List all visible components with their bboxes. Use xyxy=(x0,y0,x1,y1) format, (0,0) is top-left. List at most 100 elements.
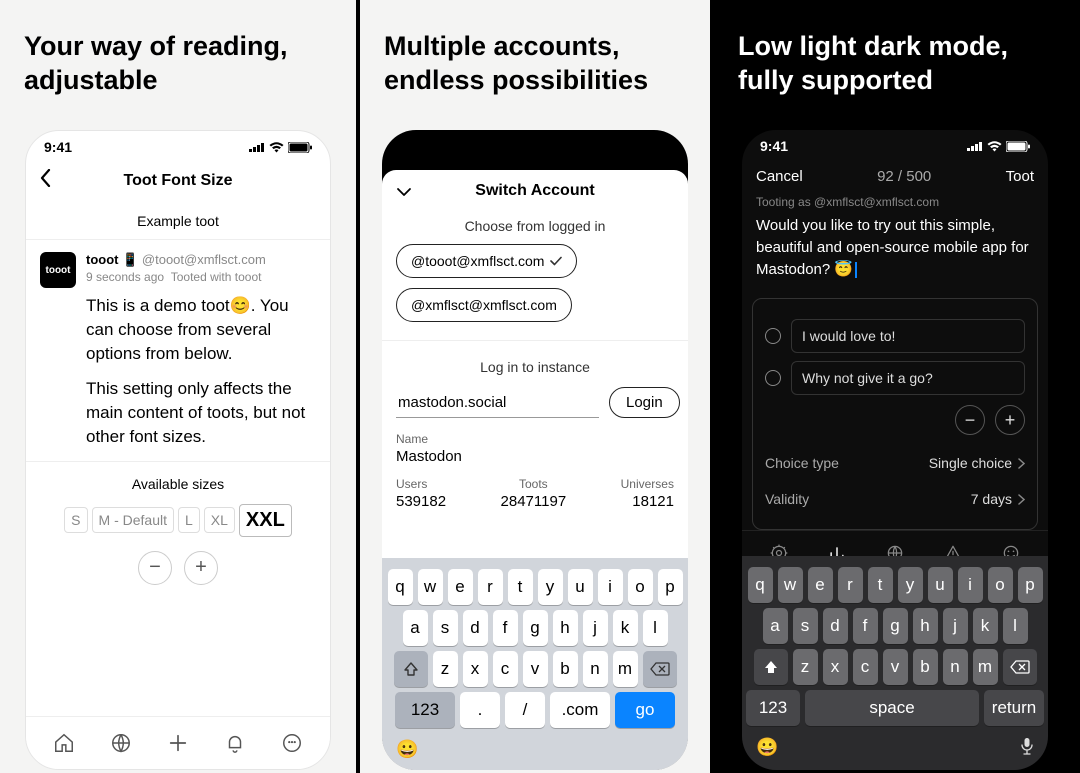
key-j[interactable]: j xyxy=(583,610,608,646)
key-m[interactable]: m xyxy=(973,649,998,685)
key-y[interactable]: y xyxy=(538,569,563,605)
key-v[interactable]: v xyxy=(883,649,908,685)
key-j[interactable]: j xyxy=(943,608,968,644)
size-minus-button[interactable]: − xyxy=(138,551,172,585)
poll-remove-button[interactable]: − xyxy=(955,405,985,435)
slash-key[interactable]: / xyxy=(505,692,545,728)
key-h[interactable]: h xyxy=(553,610,578,646)
tab-compose[interactable] xyxy=(166,731,190,755)
dot-key[interactable]: . xyxy=(460,692,500,728)
toot-button[interactable]: Toot xyxy=(1006,168,1034,185)
poll-pm-row: − + xyxy=(765,405,1025,435)
size-plus-button[interactable]: + xyxy=(184,551,218,585)
key-d[interactable]: d xyxy=(463,610,488,646)
size-m[interactable]: M - Default xyxy=(92,507,174,533)
key-y[interactable]: y xyxy=(898,567,923,603)
key-r[interactable]: r xyxy=(838,567,863,603)
key-n[interactable]: n xyxy=(583,651,608,687)
tab-home[interactable] xyxy=(52,731,76,755)
key-x[interactable]: x xyxy=(463,651,488,687)
sheet-close-button[interactable] xyxy=(396,184,412,202)
poll-validity-label: Validity xyxy=(765,491,809,507)
mic-key-dark[interactable] xyxy=(1020,737,1034,760)
key-h[interactable]: h xyxy=(913,608,938,644)
emoji-key-dark[interactable]: 😀 xyxy=(756,737,778,760)
go-key[interactable]: go xyxy=(615,692,675,728)
key-z[interactable]: z xyxy=(793,649,818,685)
key-e[interactable]: e xyxy=(448,569,473,605)
toot-time: 9 seconds ago xyxy=(86,270,164,284)
tab-notifications[interactable] xyxy=(223,731,247,755)
key-e[interactable]: e xyxy=(808,567,833,603)
account-chip-2[interactable]: @xmflsct@xmflsct.com xyxy=(396,288,572,322)
instance-input[interactable] xyxy=(396,388,599,418)
poll-radio-2[interactable] xyxy=(765,370,781,386)
key-k[interactable]: k xyxy=(613,610,638,646)
poll-validity-row[interactable]: Validity 7 days xyxy=(765,481,1025,517)
key-r[interactable]: r xyxy=(478,569,503,605)
poll-add-button[interactable]: + xyxy=(995,405,1025,435)
key-p[interactable]: p xyxy=(658,569,683,605)
key-q[interactable]: q xyxy=(388,569,413,605)
key-i[interactable]: i xyxy=(598,569,623,605)
key-p[interactable]: p xyxy=(1018,567,1043,603)
key-s[interactable]: s xyxy=(433,610,458,646)
account-chip-1[interactable]: @tooot@xmflsct.com xyxy=(396,244,577,278)
key-i[interactable]: i xyxy=(958,567,983,603)
poll-input-1[interactable] xyxy=(791,319,1025,353)
cancel-button[interactable]: Cancel xyxy=(756,168,803,185)
key-f[interactable]: f xyxy=(493,610,518,646)
key-t[interactable]: t xyxy=(868,567,893,603)
key-l[interactable]: l xyxy=(1003,608,1028,644)
key-f[interactable]: f xyxy=(853,608,878,644)
space-key-dark[interactable]: space xyxy=(805,690,979,726)
return-key-dark[interactable]: return xyxy=(984,690,1044,726)
key-b[interactable]: b xyxy=(913,649,938,685)
emoji-key[interactable]: 😀 xyxy=(396,739,418,760)
key-u[interactable]: u xyxy=(568,569,593,605)
key-v[interactable]: v xyxy=(523,651,548,687)
key-x[interactable]: x xyxy=(823,649,848,685)
key-n[interactable]: n xyxy=(943,649,968,685)
poll-radio-1[interactable] xyxy=(765,328,781,344)
compose-text[interactable]: Would you like to try out this simple, b… xyxy=(742,215,1048,280)
key-s[interactable]: s xyxy=(793,608,818,644)
size-l[interactable]: L xyxy=(178,507,200,533)
key-z[interactable]: z xyxy=(433,651,458,687)
num-key[interactable]: 123 xyxy=(395,692,455,728)
key-w[interactable]: w xyxy=(778,567,803,603)
poll-choice-row[interactable]: Choice type Single choice xyxy=(765,445,1025,481)
key-d[interactable]: d xyxy=(823,608,848,644)
size-xl[interactable]: XL xyxy=(204,507,235,533)
poll-input-2[interactable] xyxy=(791,361,1025,395)
key-t[interactable]: t xyxy=(508,569,533,605)
key-c[interactable]: c xyxy=(853,649,878,685)
size-xxl[interactable]: XXL xyxy=(239,504,292,537)
tab-profile[interactable] xyxy=(280,731,304,755)
backspace-key-dark[interactable] xyxy=(1003,649,1037,685)
key-g[interactable]: g xyxy=(883,608,908,644)
key-l[interactable]: l xyxy=(643,610,668,646)
key-q[interactable]: q xyxy=(748,567,773,603)
key-g[interactable]: g xyxy=(523,610,548,646)
key-m[interactable]: m xyxy=(613,651,638,687)
device-2: Switch Account Choose from logged in @to… xyxy=(382,130,688,770)
dotcom-key[interactable]: .com xyxy=(550,692,610,728)
key-a[interactable]: a xyxy=(403,610,428,646)
key-a[interactable]: a xyxy=(763,608,788,644)
key-u[interactable]: u xyxy=(928,567,953,603)
shift-key[interactable] xyxy=(394,651,428,687)
tab-bar xyxy=(26,716,330,769)
key-o[interactable]: o xyxy=(988,567,1013,603)
shift-key-dark[interactable] xyxy=(754,649,788,685)
login-button[interactable]: Login xyxy=(609,387,680,418)
key-b[interactable]: b xyxy=(553,651,578,687)
tab-globe[interactable] xyxy=(109,731,133,755)
num-key-dark[interactable]: 123 xyxy=(746,690,800,726)
key-c[interactable]: c xyxy=(493,651,518,687)
key-w[interactable]: w xyxy=(418,569,443,605)
backspace-key[interactable] xyxy=(643,651,677,687)
key-o[interactable]: o xyxy=(628,569,653,605)
size-s[interactable]: S xyxy=(64,507,87,533)
key-k[interactable]: k xyxy=(973,608,998,644)
